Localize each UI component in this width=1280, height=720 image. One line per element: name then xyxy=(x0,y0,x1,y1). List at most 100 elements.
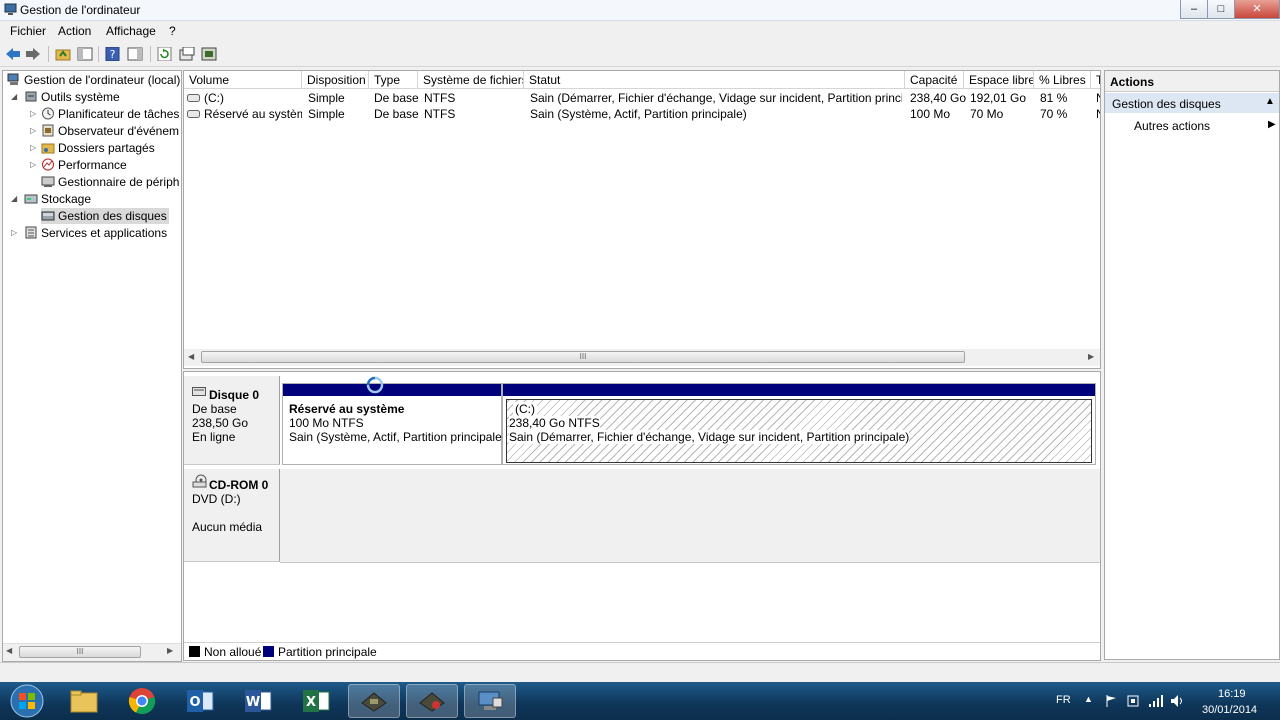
title-bar: Gestion de l'ordinateur – □ ✕ xyxy=(0,0,1280,21)
disk-options-icon xyxy=(201,47,217,61)
col-espace-libre[interactable]: Espace libre xyxy=(964,71,1034,89)
taskbar-computer-management[interactable] xyxy=(464,684,516,718)
taskbar-app-2[interactable] xyxy=(406,684,458,718)
partition-primary-bar xyxy=(503,384,1095,396)
cdrom-empty-area[interactable] xyxy=(280,469,1100,563)
disk0-label-box[interactable]: Disque 0 De base 238,50 Go En ligne xyxy=(184,376,280,465)
show-action-pane-button[interactable] xyxy=(126,45,144,63)
expand-arrow-icon[interactable]: ▷ xyxy=(30,157,36,173)
disk-graphical-view: Disque 0 De base 238,50 Go En ligne Rése… xyxy=(183,371,1101,661)
tree-scroll-thumb[interactable]: III xyxy=(19,646,141,658)
collapse-arrow-icon[interactable]: ◢ xyxy=(11,89,17,105)
scroll-right-icon[interactable]: ▶ xyxy=(167,646,173,655)
status-bar xyxy=(0,662,1280,683)
action-center-flag-icon[interactable] xyxy=(1104,694,1118,708)
network-signal-icon[interactable] xyxy=(1148,694,1164,708)
computer-management-icon xyxy=(4,3,17,15)
maximize-button[interactable]: □ xyxy=(1207,0,1235,19)
actions-title: Actions xyxy=(1110,75,1155,89)
col-volume[interactable]: Volume xyxy=(184,71,302,89)
tree-gestionnaire-peripheriques[interactable]: Gestionnaire de périphériques xyxy=(41,174,179,190)
actions-autres-actions[interactable]: Autres actions ▶ xyxy=(1105,117,1279,135)
tree-horizontal-scrollbar[interactable]: ◀ III ▶ xyxy=(3,643,181,661)
taskbar-app-1[interactable] xyxy=(348,684,400,718)
volume-icon[interactable] xyxy=(1170,694,1186,708)
taskbar-excel[interactable]: X xyxy=(290,684,342,718)
expand-arrow-icon[interactable]: ▷ xyxy=(30,123,36,139)
expand-arrow-icon[interactable]: ▷ xyxy=(30,140,36,156)
start-button[interactable] xyxy=(2,682,52,720)
collapse-arrow-icon[interactable]: ◢ xyxy=(11,191,17,207)
tree-observateur[interactable]: Observateur d'événements xyxy=(41,123,179,139)
col-disposition[interactable]: Disposition xyxy=(302,71,369,89)
storage-icon xyxy=(24,194,38,204)
expand-arrow-icon[interactable]: ▷ xyxy=(30,106,36,122)
partition-c[interactable]: (C:) 238,40 Go NTFS Sain (Démarrer, Fich… xyxy=(502,383,1096,465)
taskbar-chrome[interactable] xyxy=(116,684,168,718)
volume-drive-icon xyxy=(187,94,200,102)
partition-reserve-systeme[interactable]: Réservé au système 100 Mo NTFS Sain (Sys… xyxy=(282,383,506,465)
scroll-grip-text: III xyxy=(579,352,587,361)
list-scroll-thumb[interactable]: III xyxy=(201,351,965,363)
col-systeme-fichiers[interactable]: Système de fichiers xyxy=(418,71,524,89)
minimize-icon: – xyxy=(1190,3,1198,15)
col-capacite[interactable]: Capacité xyxy=(905,71,964,89)
tree-outils-label: Outils système xyxy=(41,90,120,104)
col-type[interactable]: Type xyxy=(369,71,418,89)
event-viewer-icon xyxy=(42,124,54,137)
clock-date[interactable]: 30/01/2014 xyxy=(1202,704,1257,716)
taskbar-outlook[interactable]: O xyxy=(174,684,226,718)
forward-button[interactable] xyxy=(24,45,42,63)
menu-affichage[interactable]: Affichage xyxy=(106,24,156,38)
tree-services-applications[interactable]: Services et applications xyxy=(24,225,167,241)
legend-unallocated-swatch xyxy=(189,646,200,657)
tree-outils-systeme[interactable]: Outils système xyxy=(24,89,120,105)
tree-performance[interactable]: Performance xyxy=(41,157,179,173)
cdrom-icon xyxy=(192,474,207,488)
help-button[interactable]: ? xyxy=(104,45,122,63)
refresh-button[interactable] xyxy=(156,45,174,63)
properties-button[interactable] xyxy=(178,45,196,63)
minimize-button[interactable]: – xyxy=(1180,0,1208,19)
partition-title: (C:) xyxy=(513,402,537,416)
tree-root[interactable]: Gestion de l'ordinateur (local) xyxy=(7,72,180,88)
menu-action[interactable]: Action xyxy=(58,24,91,38)
cdrom-name: CD-ROM 0 xyxy=(209,478,269,492)
cdrom-drive: DVD (D:) xyxy=(192,492,241,506)
disk-options-button[interactable] xyxy=(200,45,218,63)
menu-help[interactable]: ? xyxy=(169,24,176,38)
tree-dossiers-partages[interactable]: Dossiers partagés xyxy=(41,140,179,156)
table-row[interactable]: (C:) Simple De base NTFS Sain (Démarrer,… xyxy=(184,90,1100,106)
tree-planificateur[interactable]: Planificateur de tâches xyxy=(41,106,179,122)
actions-section-gestion-disques[interactable]: Gestion des disques ▲ xyxy=(1105,93,1279,113)
language-indicator[interactable]: FR xyxy=(1056,694,1071,706)
clock-time[interactable]: 16:19 xyxy=(1218,688,1246,700)
partition-status: Sain (Système, Actif, Partition principa… xyxy=(289,430,506,444)
close-button[interactable]: ✕ xyxy=(1234,0,1280,19)
tree-gestion-disques-label: Gestion des disques xyxy=(58,209,167,223)
taskbar-explorer[interactable] xyxy=(58,684,110,718)
show-hidden-icons-icon[interactable]: ▲ xyxy=(1084,694,1093,704)
col-pct-libres[interactable]: % Libres xyxy=(1034,71,1091,89)
tree-stockage[interactable]: Stockage xyxy=(24,191,91,207)
col-statut[interactable]: Statut xyxy=(524,71,905,89)
expand-arrow-icon[interactable]: ▷ xyxy=(11,225,17,241)
scroll-right-icon[interactable]: ▶ xyxy=(1088,352,1094,361)
cell-filesystem: NTFS xyxy=(424,91,456,105)
col-t[interactable]: T xyxy=(1091,71,1100,89)
tree-gestion-des-disques[interactable]: Gestion des disques xyxy=(41,208,169,224)
device-icon[interactable] xyxy=(1126,694,1140,708)
show-hide-tree-button[interactable] xyxy=(76,45,94,63)
up-folder-button[interactable] xyxy=(54,45,72,63)
disk0-size: 238,50 Go xyxy=(192,416,249,430)
back-button[interactable] xyxy=(4,45,22,63)
table-row[interactable]: Réservé au système Simple De base NTFS S… xyxy=(184,106,1100,122)
list-horizontal-scrollbar[interactable]: ◀ III ▶ xyxy=(184,349,1100,366)
collapse-up-icon[interactable]: ▲ xyxy=(1265,96,1275,107)
cdrom0-label-box[interactable]: CD-ROM 0 DVD (D:) Aucun média xyxy=(184,469,280,562)
taskbar-word[interactable]: W xyxy=(232,684,284,718)
menu-fichier[interactable]: Fichier xyxy=(10,24,46,38)
scroll-left-icon[interactable]: ◀ xyxy=(188,352,194,361)
scroll-left-icon[interactable]: ◀ xyxy=(6,646,12,655)
cdrom-status: Aucun média xyxy=(192,520,263,534)
